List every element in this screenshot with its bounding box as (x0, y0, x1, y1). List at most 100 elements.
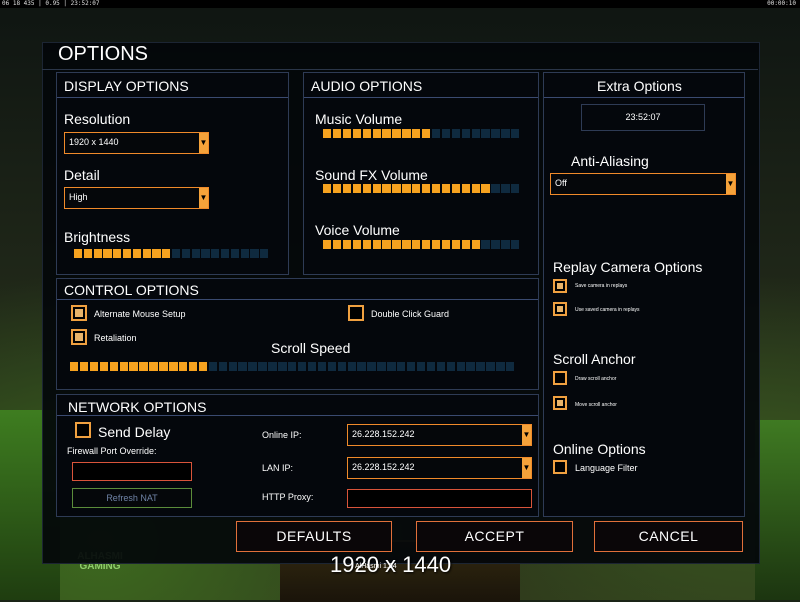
scroll-speed-slider[interactable] (70, 362, 516, 371)
send-delay-label: Send Delay (98, 424, 171, 440)
slider-segment (431, 184, 441, 193)
slider-segment (357, 362, 366, 371)
slider-segment (422, 184, 431, 193)
slider-segment (250, 249, 259, 258)
anti-aliasing-value: Off (555, 178, 567, 188)
slider-segment (392, 184, 401, 193)
slider-segment (362, 184, 371, 193)
panel-title: AUDIO OPTIONS (311, 78, 423, 94)
slider-segment (278, 362, 287, 371)
slider-segment (466, 362, 475, 371)
slider-segment (511, 184, 520, 193)
slider-segment (481, 240, 490, 249)
slider-segment (412, 240, 421, 249)
music-volume-slider[interactable] (323, 129, 521, 138)
slider-segment (74, 249, 83, 258)
save-camera-checkbox[interactable] (553, 279, 567, 293)
chevron-down-icon[interactable]: ▼ (726, 174, 735, 194)
slider-segment (129, 362, 138, 371)
cancel-button[interactable]: CANCEL (594, 521, 743, 552)
slider-segment (123, 249, 132, 258)
chevron-down-icon[interactable]: ▼ (522, 458, 531, 478)
slider-segment (506, 362, 515, 371)
slider-segment (387, 362, 396, 371)
chevron-down-icon[interactable]: ▼ (199, 133, 208, 153)
panel-header: Extra Options (544, 73, 744, 98)
slider-segment (218, 362, 228, 371)
lan-ip-dropdown[interactable]: 26.228.152.242 ▼ (347, 457, 532, 479)
sound-fx-volume-slider[interactable] (323, 184, 521, 193)
slider-segment (260, 249, 269, 258)
slider-segment (172, 249, 181, 258)
defaults-button[interactable]: DEFAULTS (236, 521, 392, 552)
lan-ip-value: 26.228.152.242 (352, 462, 415, 472)
slider-segment (496, 362, 505, 371)
http-proxy-input[interactable] (347, 489, 532, 508)
slider-segment (372, 240, 381, 249)
draw-anchor-label: Draw scroll anchor (575, 376, 617, 382)
slider-segment (431, 129, 441, 138)
resolution-dropdown[interactable]: 1920 x 1440 ▼ (64, 132, 209, 154)
slider-segment (451, 129, 461, 138)
slider-segment (159, 362, 168, 371)
slider-segment (451, 240, 461, 249)
voice-volume-slider[interactable] (323, 240, 521, 249)
control-options-panel: CONTROL OPTIONS Alternate Mouse Setup Do… (56, 278, 539, 390)
brightness-slider[interactable] (74, 249, 270, 258)
panel-header: NETWORK OPTIONS (57, 395, 538, 416)
status-timer: 00:00:10 (767, 0, 796, 7)
double-click-guard-checkbox[interactable] (348, 305, 364, 321)
firewall-port-input[interactable] (72, 462, 192, 481)
slider-segment (139, 362, 148, 371)
slider-segment (461, 240, 470, 249)
slider-segment (397, 362, 406, 371)
firewall-port-label: Firewall Port Override: (67, 446, 157, 456)
slider-segment (342, 240, 352, 249)
slider-segment (103, 249, 112, 258)
alternate-mouse-checkbox[interactable] (71, 305, 87, 321)
retaliation-checkbox[interactable] (71, 329, 87, 345)
slider-segment (191, 249, 200, 258)
slider-segment (451, 184, 461, 193)
slider-segment (211, 249, 220, 258)
slider-segment (501, 129, 510, 138)
title-divider (42, 69, 758, 70)
panel-title: DISPLAY OPTIONS (64, 78, 189, 94)
scroll-anchor-title: Scroll Anchor (553, 351, 636, 367)
slider-segment (377, 362, 386, 371)
slider-segment (402, 240, 411, 249)
use-camera-checkbox[interactable] (553, 302, 567, 316)
send-delay-checkbox[interactable] (75, 422, 91, 438)
display-options-panel: DISPLAY OPTIONS Resolution 1920 x 1440 ▼… (56, 72, 289, 275)
refresh-nat-button[interactable]: Refresh NAT (72, 488, 192, 508)
slider-segment (288, 362, 297, 371)
network-options-panel: NETWORK OPTIONS Send Delay Firewall Port… (56, 394, 539, 517)
slider-segment (208, 362, 218, 371)
lan-ip-label: LAN IP: (262, 463, 294, 473)
language-filter-checkbox[interactable] (553, 460, 567, 474)
slider-segment (441, 240, 451, 249)
slider-segment (83, 249, 93, 258)
slider-segment (461, 184, 470, 193)
online-ip-dropdown[interactable]: 26.228.152.242 ▼ (347, 424, 532, 446)
slider-segment (342, 129, 352, 138)
chevron-down-icon[interactable]: ▼ (522, 425, 531, 445)
draw-anchor-checkbox[interactable] (553, 371, 567, 385)
slider-segment (461, 129, 470, 138)
slider-segment (93, 249, 102, 258)
language-filter-label: Language Filter (575, 463, 638, 473)
use-camera-label: Use saved camera in replays (575, 307, 640, 313)
sound-fx-volume-label: Sound FX Volume (315, 167, 428, 183)
online-options-title: Online Options (553, 441, 646, 457)
chevron-down-icon[interactable]: ▼ (199, 188, 208, 208)
version-overlay: AlHasmi 1.94 (355, 563, 397, 570)
detail-dropdown[interactable]: High ▼ (64, 187, 209, 209)
slider-segment (476, 362, 485, 371)
slider-segment (406, 362, 416, 371)
slider-segment (367, 362, 376, 371)
slider-segment (113, 249, 122, 258)
accept-button[interactable]: ACCEPT (416, 521, 573, 552)
move-anchor-checkbox[interactable] (553, 396, 567, 410)
slider-segment (372, 129, 381, 138)
anti-aliasing-dropdown[interactable]: Off ▼ (550, 173, 736, 195)
